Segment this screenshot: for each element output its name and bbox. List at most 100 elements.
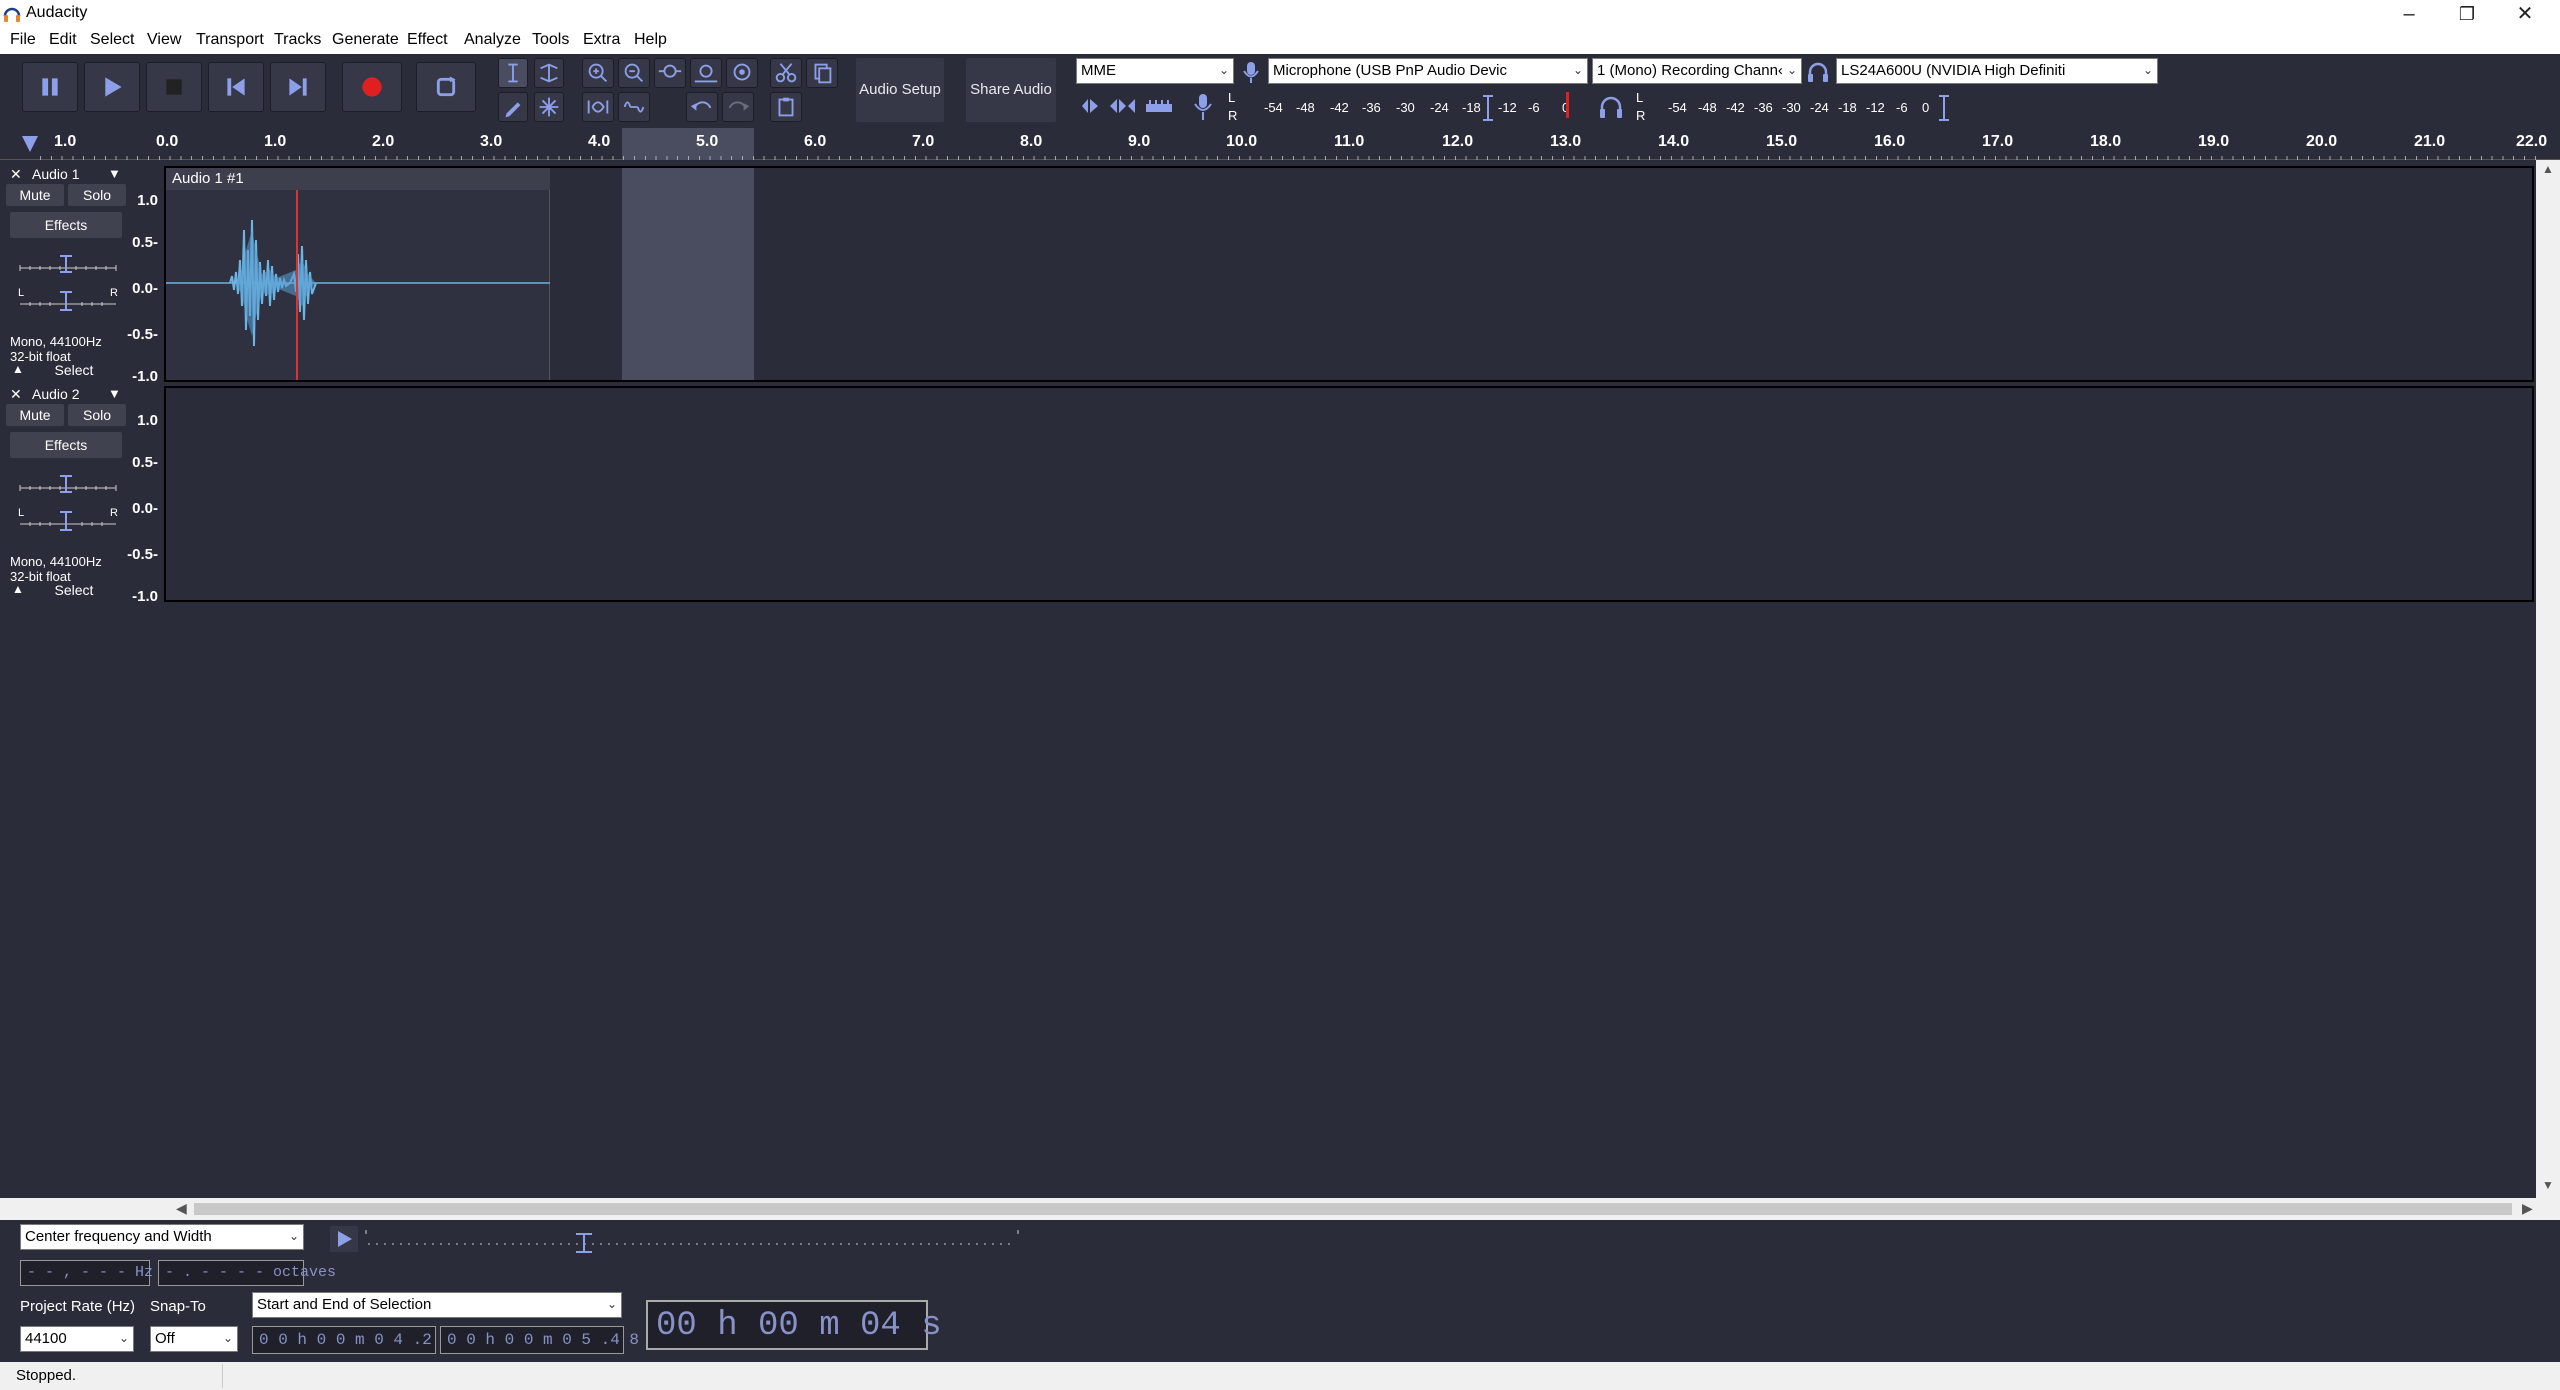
track-menu-chevron-down-icon[interactable]: ▼ xyxy=(108,166,121,181)
effects-button[interactable]: Effects xyxy=(10,212,122,238)
speed-ruler-icon[interactable] xyxy=(1144,96,1174,116)
recording-device-select[interactable]: Microphone (USB PnP Audio Devic ⌄ xyxy=(1268,58,1588,84)
scroll-down-icon[interactable]: ▼ xyxy=(2542,1178,2554,1192)
record-meter-icon[interactable] xyxy=(1190,92,1216,122)
pause-button[interactable] xyxy=(22,62,78,112)
audio-track-1[interactable]: Audio 1 #1 xyxy=(164,166,2534,382)
gain-slider[interactable] xyxy=(16,472,120,494)
menu-file[interactable]: File xyxy=(10,31,36,49)
solo-button[interactable]: Solo xyxy=(68,404,126,426)
clip-title-bar[interactable]: Audio 1 #1 xyxy=(166,168,550,190)
gain-slider[interactable] xyxy=(16,252,120,274)
spectral-selection-mode-select[interactable]: Center frequency and Width ⌄ xyxy=(20,1224,304,1250)
solo-button[interactable]: Solo xyxy=(68,184,126,206)
close-track-icon[interactable]: ✕ xyxy=(10,386,22,403)
menu-transport[interactable]: Transport xyxy=(196,31,264,49)
menu-help[interactable]: Help xyxy=(634,31,667,49)
vertical-scrollbar[interactable]: ▲ ▼ xyxy=(2536,160,2560,1198)
select-track-button[interactable]: Select xyxy=(34,580,114,600)
collapse-track-icon[interactable]: ▲ xyxy=(12,362,24,376)
timeline-options-icon[interactable] xyxy=(18,132,42,156)
stop-button[interactable] xyxy=(146,62,202,112)
track-name[interactable]: Audio 1 xyxy=(32,166,79,182)
draw-tool-button[interactable] xyxy=(498,92,528,122)
close-track-icon[interactable]: ✕ xyxy=(10,166,22,183)
menu-effect[interactable]: Effect xyxy=(407,31,448,49)
menu-edit[interactable]: Edit xyxy=(49,31,77,49)
effects-button[interactable]: Effects xyxy=(10,432,122,458)
selection-mode-select[interactable]: Start and End of Selection ⌄ xyxy=(252,1292,622,1318)
record-meter-scale[interactable]: -54 -48 -42 -36 -30 -24 -18 -12 -6 0 xyxy=(1240,100,1580,116)
play-at-speed-icon[interactable] xyxy=(1078,94,1102,118)
close-icon[interactable]: ✕ xyxy=(2496,0,2554,28)
snap-to-select[interactable]: Off ⌄ xyxy=(150,1326,238,1352)
trim-audio-button[interactable] xyxy=(582,92,614,122)
scroll-left-icon[interactable]: ◀ xyxy=(176,1200,187,1217)
playback-meter-scale[interactable]: -54 -48 -42 -36 -30 -24 -18 -12 -6 0 xyxy=(1648,100,1948,116)
audio-clip[interactable] xyxy=(166,190,550,380)
project-rate-select[interactable]: 44100 ⌄ xyxy=(20,1326,134,1352)
selection-end-time[interactable]: 0 0 h 0 0 m 0 5 .4 8 s xyxy=(440,1326,658,1354)
menu-tracks[interactable]: Tracks xyxy=(274,31,321,49)
zoom-in-button[interactable] xyxy=(582,58,614,88)
select-track-button[interactable]: Select xyxy=(34,360,114,380)
audio-position-time[interactable]: 00 h 00 m 04 s xyxy=(646,1300,942,1350)
vertical-amplitude-scale[interactable]: 1.0 0.5- 0.0- -0.5- -1.0 xyxy=(127,412,164,605)
fit-selection-button[interactable] xyxy=(654,58,686,88)
playback-meter-icon[interactable] xyxy=(1598,94,1624,120)
share-audio-button[interactable]: Share Audio xyxy=(966,58,1056,122)
play-at-speed-icon[interactable] xyxy=(330,1226,358,1252)
audio-track-2[interactable] xyxy=(164,386,2534,602)
vertical-amplitude-scale[interactable]: 1.0 0.5- 0.0- -0.5- -1.0 xyxy=(127,192,164,385)
minimize-icon[interactable]: – xyxy=(2380,0,2438,28)
playback-speed-slider[interactable] xyxy=(364,1224,1020,1254)
horizontal-scrollbar[interactable]: ◀ ▶ xyxy=(0,1198,2560,1220)
copy-button[interactable] xyxy=(806,58,838,88)
multi-tool-button[interactable] xyxy=(534,92,564,122)
redo-button[interactable] xyxy=(722,92,754,122)
cut-button[interactable] xyxy=(770,58,802,88)
menu-tools[interactable]: Tools xyxy=(532,31,569,49)
menu-generate[interactable]: Generate xyxy=(332,31,399,49)
skip-to-end-button[interactable] xyxy=(270,62,326,112)
zoom-toggle-button[interactable] xyxy=(726,58,758,88)
menu-select[interactable]: Select xyxy=(90,31,134,49)
menu-extra[interactable]: Extra xyxy=(583,31,620,49)
play-button[interactable] xyxy=(84,62,140,112)
frequency-width-field[interactable]: - . - - - - octaves xyxy=(158,1260,336,1286)
mute-button[interactable]: Mute xyxy=(6,404,64,426)
menu-analyze[interactable]: Analyze xyxy=(464,31,521,49)
audio-setup-button[interactable]: Audio Setup xyxy=(856,58,944,122)
paste-button[interactable] xyxy=(770,92,802,122)
pan-slider[interactable]: LR xyxy=(16,286,120,312)
scroll-up-icon[interactable]: ▲ xyxy=(2542,162,2554,176)
track-name[interactable]: Audio 2 xyxy=(32,386,79,402)
record-volume-slider-thumb[interactable] xyxy=(1480,94,1496,122)
restore-icon[interactable]: ❐ xyxy=(2438,0,2496,28)
record-button[interactable] xyxy=(342,62,402,112)
playback-device-select[interactable]: LS24A600U (NVIDIA High Definiti ⌄ xyxy=(1836,58,2158,84)
scroll-right-icon[interactable]: ▶ xyxy=(2522,1200,2533,1217)
timeline-ruler[interactable]: 1.0 0.0 1.0 2.0 3.0 4.0 5.0 6.0 7.0 8.0 … xyxy=(0,128,2560,160)
play-at-speed-once-icon[interactable] xyxy=(1108,94,1140,118)
undo-button[interactable] xyxy=(686,92,718,122)
skip-to-start-button[interactable] xyxy=(208,62,264,112)
audio-host-select[interactable]: MME ⌄ xyxy=(1076,58,1234,84)
loop-button[interactable] xyxy=(416,62,476,112)
tracks-area[interactable]: ✕ Audio 1 ▼ Mute Solo Effects LR Mono, 4… xyxy=(0,160,2536,1198)
zoom-out-button[interactable] xyxy=(618,58,650,88)
selection-tool-button[interactable] xyxy=(498,58,528,88)
recording-channels-select[interactable]: 1 (Mono) Recording Chann‹ ⌄ xyxy=(1592,58,1802,84)
pan-slider[interactable]: LR xyxy=(16,506,120,532)
silence-audio-button[interactable] xyxy=(618,92,650,122)
track-menu-chevron-down-icon[interactable]: ▼ xyxy=(108,386,121,401)
horizontal-scroll-thumb[interactable] xyxy=(194,1203,2512,1215)
envelope-tool-button[interactable] xyxy=(534,58,564,88)
menu-view[interactable]: View xyxy=(147,31,181,49)
playback-volume-slider-thumb[interactable] xyxy=(1936,94,1952,122)
fit-project-button[interactable] xyxy=(690,58,722,88)
collapse-track-icon[interactable]: ▲ xyxy=(12,582,24,596)
center-frequency-field[interactable]: - - , - - - Hz xyxy=(20,1260,153,1286)
mute-button[interactable]: Mute xyxy=(6,184,64,206)
selection-start-time[interactable]: 0 0 h 0 0 m 0 4 .2 5 s xyxy=(252,1326,470,1354)
